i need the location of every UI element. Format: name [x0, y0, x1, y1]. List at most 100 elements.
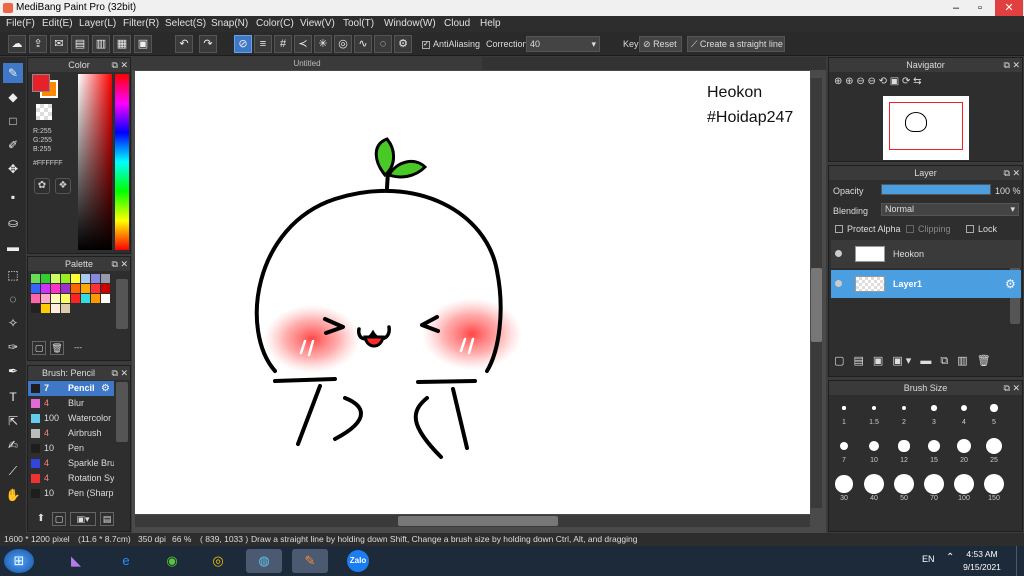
- menu-cloud[interactable]: Cloud: [444, 16, 470, 32]
- palette-swatch[interactable]: [81, 294, 90, 303]
- saturation-value-picker[interactable]: [78, 74, 112, 250]
- minimize-button[interactable]: –: [944, 0, 968, 16]
- curve-snap-icon[interactable]: ∿: [354, 35, 372, 53]
- brush-size-cell[interactable]: 4: [951, 396, 977, 430]
- brush-item[interactable]: 4 Airbrush: [28, 426, 114, 441]
- zalo-icon[interactable]: Zalo: [340, 549, 376, 573]
- brush-size-cell[interactable]: 15: [921, 434, 947, 468]
- menu-edit[interactable]: Edit(E): [42, 16, 73, 32]
- maximize-button[interactable]: ▫: [968, 0, 992, 16]
- show-desktop-button[interactable]: [1016, 546, 1024, 576]
- document-icon[interactable]: ▥: [92, 35, 110, 53]
- palette-swatch[interactable]: [41, 274, 50, 283]
- grid-doc-icon[interactable]: ▦: [113, 35, 131, 53]
- brush-size-cell[interactable]: 70: [921, 472, 947, 506]
- panel-close-icon[interactable]: ⧉ ✕: [1004, 58, 1020, 72]
- transparent-swatch[interactable]: [36, 104, 52, 120]
- chat-icon[interactable]: ▤: [71, 35, 89, 53]
- palette-swatch[interactable]: [61, 294, 70, 303]
- palette-swatch[interactable]: [91, 284, 100, 293]
- palette-swatch[interactable]: [31, 284, 40, 293]
- layer-tools-icons[interactable]: ▢ ▤ ▣ ▣▾ ▬ ⧉ ▥ 🗑: [834, 354, 994, 368]
- palette-swatch[interactable]: [71, 284, 80, 293]
- rectangle-tool-icon[interactable]: □: [3, 111, 23, 131]
- messenger-icon[interactable]: ◉: [154, 549, 190, 573]
- document-tab[interactable]: Untitled: [132, 57, 482, 70]
- brush-size-cell[interactable]: 2: [891, 396, 917, 430]
- lasso-tool-icon[interactable]: ◌: [3, 289, 23, 309]
- panel-close-icon[interactable]: ⧉ ✕: [1004, 166, 1020, 180]
- brush-size-cell[interactable]: 20: [951, 434, 977, 468]
- medibang-paint-icon[interactable]: ✎: [292, 549, 328, 573]
- panel-close-icon[interactable]: ⧉ ✕: [112, 366, 128, 380]
- menu-file[interactable]: File(F): [6, 16, 35, 32]
- menu-snap[interactable]: Snap(N): [211, 16, 248, 32]
- brush-size-cell[interactable]: 1: [831, 396, 857, 430]
- menu-color[interactable]: Color(C): [256, 16, 294, 32]
- brush-scrollbar[interactable]: [116, 382, 128, 442]
- select-tool-icon[interactable]: ⬚: [3, 265, 23, 285]
- ellipse-snap-icon[interactable]: ◌: [374, 35, 392, 53]
- palette-swatch[interactable]: [41, 294, 50, 303]
- zoom-tools-icons[interactable]: ⊕ ⊕ ⊖ ⊖ ⟲ ▣ ⟳ ⇆: [834, 76, 922, 87]
- language-indicator[interactable]: EN: [922, 554, 935, 564]
- close-button[interactable]: ✕: [995, 0, 1023, 16]
- redo-icon[interactable]: ↷: [199, 35, 217, 53]
- magic-wand-icon[interactable]: ✧: [3, 313, 23, 333]
- horizontal-scrollbar-thumb[interactable]: [398, 516, 558, 526]
- drawing-canvas[interactable]: Heokon #Hoidap247: [135, 71, 810, 514]
- brush-size-cell[interactable]: 150: [981, 472, 1007, 506]
- clock-date[interactable]: 9/15/2021: [958, 562, 1006, 572]
- palette-swatch[interactable]: [51, 304, 60, 313]
- save-icon[interactable]: ▣: [134, 35, 152, 53]
- brush-item[interactable]: 7 Pencil ⚙: [28, 381, 114, 396]
- brush-item[interactable]: 100 Watercolor: [28, 411, 114, 426]
- layer-row[interactable]: Heokon: [831, 240, 1021, 268]
- dot-tool-icon[interactable]: ✐: [3, 135, 23, 155]
- menu-tool[interactable]: Tool(T): [343, 16, 374, 32]
- correction-select[interactable]: 40 ▾: [526, 36, 600, 52]
- menu-view[interactable]: View(V): [300, 16, 335, 32]
- palette-swatch[interactable]: [81, 284, 90, 293]
- crosshatch-snap-icon[interactable]: #: [274, 35, 292, 53]
- straight-line-button[interactable]: ⟋ Create a straight line: [687, 36, 785, 52]
- palette-swatch[interactable]: [51, 284, 60, 293]
- protect-alpha-checkbox[interactable]: [835, 225, 843, 233]
- palette-swatch[interactable]: [61, 274, 70, 283]
- text-tool-icon[interactable]: T: [3, 387, 23, 407]
- circle-snap-icon[interactable]: ◎: [334, 35, 352, 53]
- divide-tool-icon[interactable]: ⟋: [3, 461, 23, 481]
- clipping-checkbox[interactable]: [906, 225, 914, 233]
- palette-swatch[interactable]: [91, 294, 100, 303]
- parallel-snap-icon[interactable]: ≡: [254, 35, 272, 53]
- palette-swatch[interactable]: [61, 304, 70, 313]
- menu-filter[interactable]: Filter(R): [123, 16, 159, 32]
- brush-size-cell[interactable]: 3: [921, 396, 947, 430]
- visual-studio-icon[interactable]: ◣: [58, 549, 94, 573]
- palette-swatch[interactable]: [101, 294, 110, 303]
- panel-close-icon[interactable]: ⧉ ✕: [112, 58, 128, 72]
- background-color-swatch[interactable]: [32, 74, 50, 92]
- bucket-tool-icon[interactable]: ⛀: [3, 213, 23, 233]
- start-button[interactable]: ⊞: [4, 549, 34, 573]
- brush-settings-icon[interactable]: ▤: [100, 512, 114, 526]
- layer-row-selected[interactable]: Layer1 ⚙: [831, 270, 1021, 298]
- brush-size-cell[interactable]: 10: [861, 434, 887, 468]
- eyedropper-tool-icon[interactable]: ✍: [3, 435, 23, 455]
- brush-item[interactable]: 4 Rotation Sym: [28, 471, 114, 486]
- brush-size-cell[interactable]: 1.5: [861, 396, 887, 430]
- opacity-slider[interactable]: [881, 184, 991, 195]
- brush-tool-icon[interactable]: ✎: [3, 63, 23, 83]
- comment-icon[interactable]: ✉: [50, 35, 68, 53]
- brush-size-cell[interactable]: 25: [981, 434, 1007, 468]
- gear-icon[interactable]: ⚙: [101, 381, 110, 396]
- select-eraser-icon[interactable]: ✒: [3, 361, 23, 381]
- palette-swatch[interactable]: [61, 284, 70, 293]
- antialiasing-checkbox[interactable]: ✓: [422, 41, 430, 49]
- vanishing-snap-icon[interactable]: ≺: [294, 35, 312, 53]
- menu-layer[interactable]: Layer(L): [79, 16, 116, 32]
- undo-icon[interactable]: ↶: [175, 35, 193, 53]
- brush-size-cell[interactable]: 5: [981, 396, 1007, 430]
- palette-swatch[interactable]: [51, 274, 60, 283]
- new-palette-icon[interactable]: ▢: [32, 341, 46, 355]
